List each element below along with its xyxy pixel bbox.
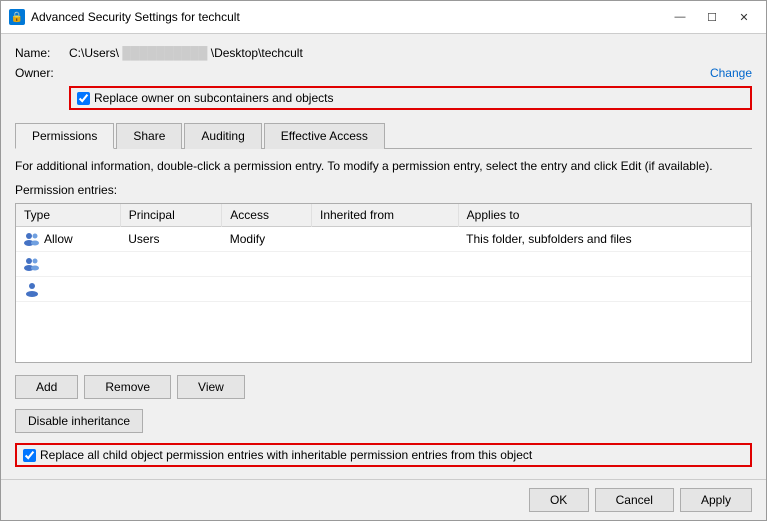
cancel-button[interactable]: Cancel — [595, 488, 674, 512]
tab-bar: Permissions Share Auditing Effective Acc… — [15, 122, 752, 149]
permissions-table: Type Principal Access Inherited from App… — [16, 204, 751, 302]
replace-child-checkbox[interactable] — [23, 449, 36, 462]
row-applies — [458, 277, 750, 302]
replace-child-label: Replace all child object permission entr… — [40, 448, 532, 462]
table-row[interactable]: Allow Users Modify This folder, subfolde… — [16, 227, 751, 252]
tab-effective-access[interactable]: Effective Access — [264, 123, 385, 149]
col-principal: Principal — [120, 204, 222, 227]
section-label: Permission entries: — [15, 183, 752, 197]
tab-share[interactable]: Share — [116, 123, 182, 149]
info-text: For additional information, double-click… — [15, 159, 752, 173]
col-access: Access — [222, 204, 312, 227]
window-controls: — ☐ ✕ — [666, 7, 758, 27]
col-type: Type — [16, 204, 120, 227]
row-inherited — [311, 252, 458, 277]
add-button[interactable]: Add — [15, 375, 78, 399]
owner-label: Owner: — [15, 66, 63, 80]
name-label: Name: — [15, 46, 63, 60]
row-inherited — [311, 227, 458, 252]
remove-button[interactable]: Remove — [84, 375, 171, 399]
window-icon: 🔒 — [9, 9, 25, 25]
col-applies: Applies to — [458, 204, 750, 227]
row-type — [16, 277, 120, 302]
row-access: Modify — [222, 227, 312, 252]
table-header-row: Type Principal Access Inherited from App… — [16, 204, 751, 227]
bottom-checkbox-row: Replace all child object permission entr… — [15, 443, 752, 467]
title-bar: 🔒 Advanced Security Settings for techcul… — [1, 1, 766, 34]
ok-button[interactable]: OK — [529, 488, 589, 512]
user-icon-3 — [24, 281, 40, 297]
advanced-security-window: 🔒 Advanced Security Settings for techcul… — [0, 0, 767, 521]
owner-left: Owner: — [15, 66, 63, 80]
disable-inheritance-button[interactable]: Disable inheritance — [15, 409, 143, 433]
change-link[interactable]: Change — [710, 66, 752, 80]
replace-owner-label: Replace owner on subcontainers and objec… — [94, 91, 333, 105]
row-access — [222, 252, 312, 277]
user-icon-2 — [24, 256, 40, 272]
row-principal — [120, 252, 222, 277]
minimize-button[interactable]: — — [666, 7, 694, 27]
owner-row: Owner: Change — [15, 66, 752, 80]
row-principal — [120, 277, 222, 302]
action-buttons: Add Remove View — [15, 375, 752, 399]
row-type: Allow — [16, 227, 120, 252]
name-value: C:\Users\ ██████████ \Desktop\techcult — [69, 46, 303, 60]
tab-permissions[interactable]: Permissions — [15, 123, 114, 149]
maximize-button[interactable]: ☐ — [698, 7, 726, 27]
window-title: Advanced Security Settings for techcult — [31, 10, 666, 24]
table-row[interactable] — [16, 252, 751, 277]
row-principal: Users — [120, 227, 222, 252]
row-applies: This folder, subfolders and files — [458, 227, 750, 252]
replace-owner-checkbox[interactable] — [77, 92, 90, 105]
main-content: Name: C:\Users\ ██████████ \Desktop\tech… — [1, 34, 766, 479]
apply-button[interactable]: Apply — [680, 488, 752, 512]
row-inherited — [311, 277, 458, 302]
row-applies — [458, 252, 750, 277]
tab-auditing[interactable]: Auditing — [184, 123, 261, 149]
permissions-table-container: Type Principal Access Inherited from App… — [15, 203, 752, 363]
name-row: Name: C:\Users\ ██████████ \Desktop\tech… — [15, 46, 752, 60]
row-type-text: Allow — [44, 232, 73, 246]
row-access — [222, 277, 312, 302]
footer: OK Cancel Apply — [1, 479, 766, 520]
replace-owner-row: Replace owner on subcontainers and objec… — [69, 86, 752, 110]
col-inherited: Inherited from — [311, 204, 458, 227]
row-type — [16, 252, 120, 277]
table-row[interactable] — [16, 277, 751, 302]
view-button[interactable]: View — [177, 375, 245, 399]
close-button[interactable]: ✕ — [730, 7, 758, 27]
user-group-icon — [24, 231, 40, 247]
